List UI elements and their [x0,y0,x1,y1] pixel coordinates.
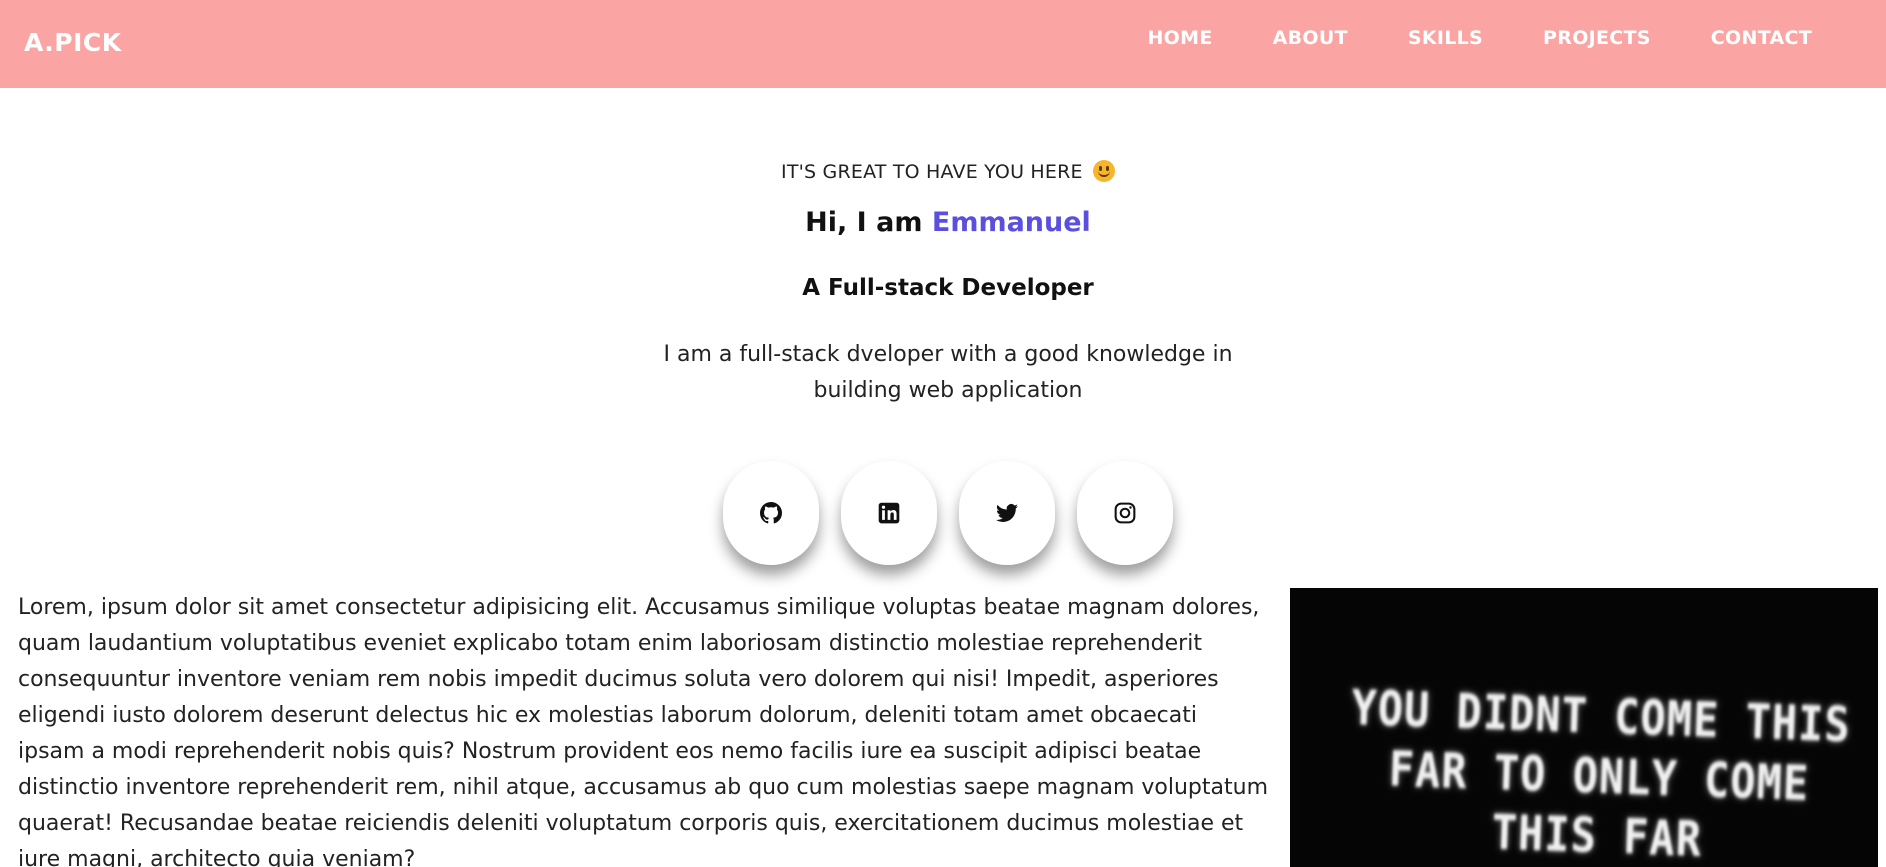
greeting-line: IT'S GREAT TO HAVE YOU HERE [0,160,1886,183]
nav-link-skills[interactable]: SKILLS [1408,27,1483,49]
nav-link-home[interactable]: HOME [1147,27,1212,49]
nav-link-contact[interactable]: CONTACT [1711,27,1812,49]
intro-heading: Hi, I am Emmanuel [0,207,1886,238]
smiling-face-icon [1092,160,1115,182]
nav-links: HOME ABOUT SKILLS PROJECTS CONTACT [1147,27,1812,49]
twitter-button[interactable] [959,461,1055,565]
social-links [723,461,1173,565]
motivational-poster-image: YOU DIDNT COME THIS FAR TO ONLY COME THI… [1290,588,1878,867]
role-heading: A Full-stack Developer [802,275,1094,301]
poster-text: YOU DIDNT COME THIS FAR TO ONLY COME THI… [1290,676,1878,867]
nav-link-about[interactable]: ABOUT [1273,27,1348,49]
instagram-button[interactable] [1077,461,1173,565]
nav-item-home: HOME [1147,27,1212,49]
nav-item-projects: PROJECTS [1543,27,1651,49]
github-icon [760,502,782,524]
github-button[interactable] [723,461,819,565]
linkedin-button[interactable] [841,461,937,565]
brand-logo[interactable]: A.PICK [24,28,122,57]
linkedin-icon [878,502,900,524]
developer-name: Emmanuel [931,207,1091,238]
nav-item-skills: SKILLS [1408,27,1483,49]
navbar: A.PICK HOME ABOUT SKILLS PROJECTS CONTAC… [0,0,1886,88]
about-text: Lorem, ipsum dolor sit amet consectetur … [18,595,1268,867]
nav-item-about: ABOUT [1273,27,1348,49]
intro-prefix: Hi, I am [805,207,923,238]
hero-section: IT'S GREAT TO HAVE YOU HERE Hi, I am Emm… [0,160,1886,409]
bio-text: I am a full-stack dveloper with a good k… [663,342,1233,403]
nav-link-projects[interactable]: PROJECTS [1543,27,1651,49]
nav-item-contact: CONTACT [1711,27,1812,49]
greeting-text: IT'S GREAT TO HAVE YOU HERE [781,161,1083,183]
instagram-icon [1114,502,1136,524]
twitter-icon [996,504,1018,522]
